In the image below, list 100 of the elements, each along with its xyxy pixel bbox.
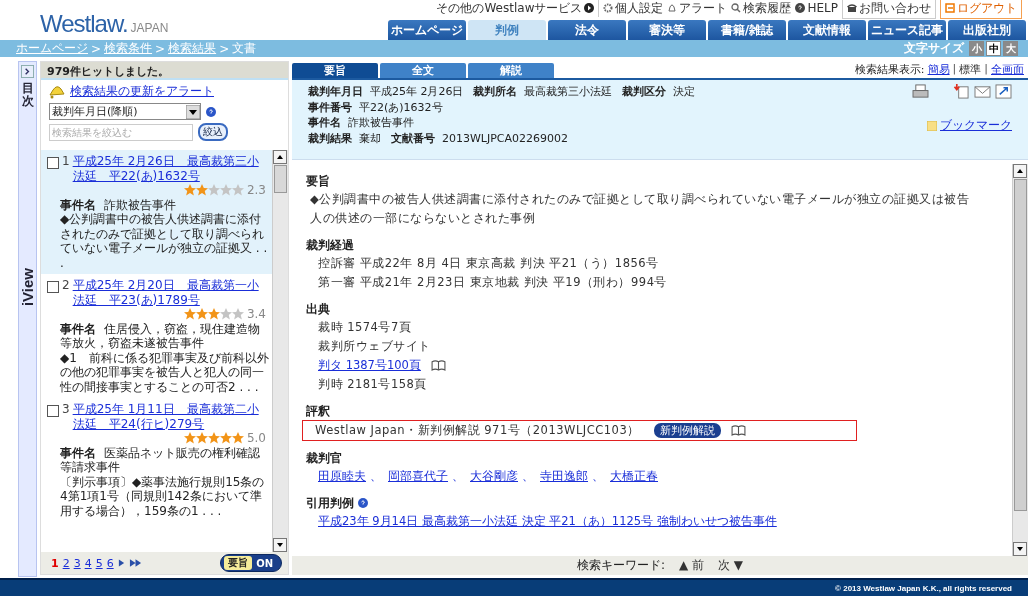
external-window-icon[interactable] [995, 84, 1012, 99]
page-link[interactable]: 5 [95, 556, 103, 570]
star-icon [219, 432, 232, 445]
star-icon [183, 308, 196, 321]
scroll-down-icon[interactable] [273, 538, 287, 552]
alert-link[interactable]: 検索結果の更新をアラート [70, 83, 214, 100]
rating-score: 5.0 [246, 431, 266, 446]
summary-toggle[interactable]: 要旨 ON [220, 554, 282, 572]
result-number: 3 [62, 402, 70, 418]
page-link[interactable]: 2 [62, 556, 70, 570]
result-number: 1 [62, 154, 70, 170]
result-number: 2 [62, 278, 70, 294]
alert-link[interactable]: アラート [667, 0, 728, 17]
sort-select[interactable]: 裁判年月日(降順) [49, 103, 201, 120]
nav-tab[interactable]: 書籍/雑誌 [708, 20, 786, 40]
scrollbar[interactable] [1012, 164, 1028, 556]
side-tab[interactable]: iView [19, 268, 36, 307]
star-icon [219, 184, 232, 197]
mail-icon[interactable] [974, 84, 991, 99]
judge-link[interactable]: 田原睦夫 [318, 467, 366, 486]
next-keyword-link[interactable]: 次 ▼ [718, 557, 744, 574]
document-tab[interactable]: 要旨 [292, 63, 378, 78]
display-mode-option[interactable]: 標準 [959, 62, 982, 77]
bookmark-link[interactable]: ブックマーク [940, 117, 1012, 134]
help-icon [795, 3, 806, 13]
judge-link[interactable]: 大谷剛彦 [470, 467, 518, 486]
filter-button[interactable]: 絞込 [198, 123, 228, 141]
book-icon[interactable] [430, 360, 446, 371]
settings-link[interactable]: 個人設定 [598, 0, 664, 17]
judge-link[interactable]: 岡部喜代子 [388, 467, 448, 486]
side-tab[interactable]: 目次 [21, 82, 34, 109]
help-link[interactable]: HELP [795, 1, 838, 15]
star-icon [231, 308, 244, 321]
section-heading: 裁判経過 [306, 236, 354, 254]
separator: 、 [522, 468, 534, 485]
meta-field: 裁判区分 決定 [622, 84, 696, 100]
services-link[interactable]: その他のWestlawサービス [436, 0, 595, 17]
commentary-badge[interactable]: 新判例解説 [653, 423, 721, 438]
scroll-up-icon[interactable] [1013, 164, 1027, 178]
expand-icon[interactable] [21, 65, 34, 78]
print-icon[interactable] [912, 84, 929, 99]
nav-tab[interactable]: ホームページ [388, 20, 466, 40]
nav-tab[interactable]: 出版社別 [948, 20, 1026, 40]
page-link[interactable]: 6 [106, 556, 114, 570]
star-icon [195, 184, 208, 197]
result-item[interactable]: 3 平成25年 1月11日 最高裁第二小法廷 平24(行ヒ)279号 5.0 事件名 医薬品ネット販売の権利確認等請求事件 〔判示事項〕◆薬事法施行規則15条の4第1項1号（同規則142条において準用する場合），159条の1 . . . [41, 398, 272, 522]
previous-keyword-link[interactable]: ▲ 前 [678, 557, 704, 574]
contact-link[interactable]: お問い合わせ [842, 0, 936, 19]
citation-link[interactable]: 平成23年 9月14日 最高裁第一小法廷 決定 平21（あ）1125号 強制わいせつ被告事件 [318, 512, 777, 531]
result-item[interactable]: 1 平成25年 2月26日 最高裁第三小法廷 平22(あ)1632号 2.3 事件名 詐欺被告事件 ◆公判調書中の被告人供述調書に添付されたのみで証拠として取り調べられていない電子メールが独立の証拠又 . . . [41, 150, 272, 274]
history-link[interactable]: 検索履歴 [731, 0, 792, 17]
nav-tab[interactable]: 法令 [548, 20, 626, 40]
section-heading: 出典 [306, 300, 330, 318]
page-link[interactable]: 3 [73, 556, 81, 570]
last-page-icon[interactable] [128, 558, 142, 568]
judge-link[interactable]: 寺田逸郎 [540, 467, 588, 486]
display-mode-option[interactable]: 簡易 [927, 62, 950, 77]
star-icon [231, 432, 244, 445]
citation-link[interactable]: 判タ 1387号100頁 [318, 356, 421, 375]
scroll-up-icon[interactable] [273, 150, 287, 164]
logout-link[interactable]: ログアウト [940, 0, 1022, 19]
separator: 、 [452, 468, 464, 485]
judge-link[interactable]: 大橋正春 [610, 467, 658, 486]
result-title-link[interactable]: 平成25年 1月11日 最高裁第二小法廷 平24(行ヒ)279号 [72, 402, 270, 431]
star-icon [195, 308, 208, 321]
result-title-link[interactable]: 平成25年 2月20日 最高裁第一小法廷 平23(あ)1789号 [72, 278, 270, 307]
scroll-thumb[interactable] [1014, 179, 1027, 511]
result-title-link[interactable]: 平成25年 2月26日 最高裁第三小法廷 平22(あ)1632号 [72, 154, 270, 183]
next-page-icon[interactable] [117, 558, 125, 568]
section-text: ◆公判調書中の被告人供述調書に添付されたのみで証拠として取り調べられていない電子メールが独立の証拠又は被告人の供述の一部にならないとされた事例 [310, 191, 971, 227]
book-icon[interactable] [730, 425, 746, 436]
section-text: 判時 2181号158頁 [318, 376, 427, 393]
download-icon[interactable] [953, 84, 970, 99]
help-icon[interactable] [206, 106, 216, 117]
westlaw-logo[interactable]: Westlaw.JAPAN [0, 0, 169, 36]
checkbox[interactable] [47, 281, 59, 293]
display-mode-option[interactable]: 全画面 [991, 62, 1024, 77]
font-size-button[interactable]: 中 [986, 41, 1001, 56]
section-heading: 裁判官 [306, 449, 342, 467]
help-icon[interactable] [358, 498, 368, 508]
page-link[interactable]: 1 [51, 556, 59, 570]
nav-tab[interactable]: 文献情報 [788, 20, 866, 40]
breadcrumb-separator: > [155, 41, 166, 56]
scrollbar[interactable] [272, 150, 288, 552]
scroll-down-icon[interactable] [1013, 542, 1027, 556]
display-mode-label: 検索結果表示: [854, 62, 925, 77]
checkbox[interactable] [47, 405, 59, 417]
filter-field[interactable]: 検索結果を絞込む [49, 123, 193, 141]
document-tab[interactable]: 全文 [380, 63, 466, 78]
checkbox[interactable] [47, 157, 59, 169]
nav-tab[interactable]: ニュース記事 [868, 20, 946, 40]
scroll-thumb[interactable] [274, 165, 287, 193]
result-item[interactable]: 2 平成25年 2月20日 最高裁第一小法廷 平23(あ)1789号 3.4 事件名 住居侵入，窃盗，現住建造物等放火，窃盗未遂被告事件 ◆1 前科に係る犯罪事実及び前科以外の他の犯罪事実を被告人と犯人の同一性の間接事実とすることの可否2 . . . [41, 274, 272, 398]
document-tab[interactable]: 解説 [468, 63, 554, 78]
rating-score: 3.4 [246, 307, 266, 322]
meta-field: 裁判結果 棄却 [308, 130, 381, 146]
arrow-circle-icon [584, 3, 595, 13]
page-link[interactable]: 4 [84, 556, 92, 570]
nav-tab[interactable]: 審決等 [628, 20, 706, 40]
separator: 、 [592, 468, 604, 485]
